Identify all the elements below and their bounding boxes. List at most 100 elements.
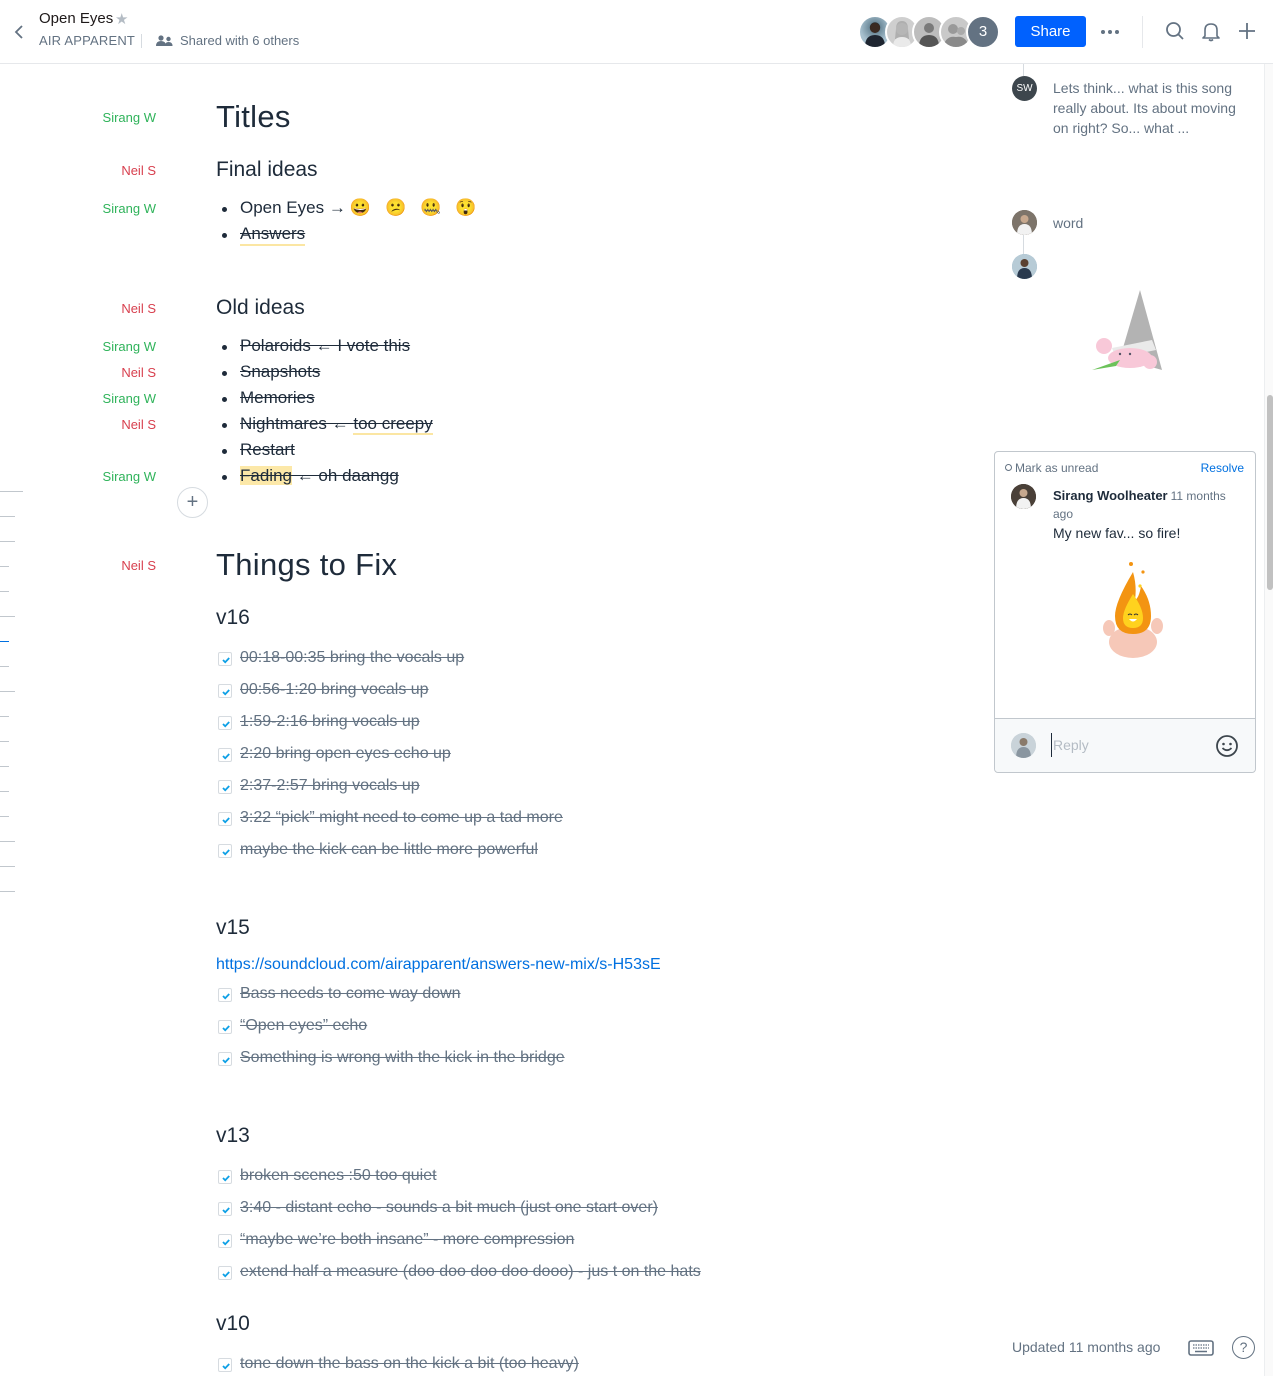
add-block-button[interactable]: + bbox=[177, 487, 208, 518]
shared-status[interactable]: Shared with 6 others bbox=[180, 33, 299, 48]
todo-checkbox[interactable] bbox=[218, 1234, 232, 1248]
todo-checkbox[interactable] bbox=[218, 1052, 232, 1066]
todo-text[interactable]: 2:20 bring open eyes echo up bbox=[240, 745, 451, 763]
heading-titles[interactable]: Titles bbox=[216, 99, 291, 135]
search-icon[interactable] bbox=[1164, 20, 1186, 42]
outline-marker[interactable] bbox=[0, 491, 23, 492]
todo-text[interactable]: broken scenes :50 too quiet bbox=[240, 1167, 437, 1185]
todo-text[interactable]: tone down the bass on the kick a bit (to… bbox=[240, 1355, 579, 1373]
comment-author[interactable]: Sirang Woolheater bbox=[1053, 488, 1168, 503]
comment-preview[interactable]: Lets think... what is this song really a… bbox=[1053, 78, 1243, 138]
author-attribution: Sirang W bbox=[102, 201, 156, 216]
todo-checkbox[interactable] bbox=[218, 652, 232, 666]
mark-unread-label: Mark as unread bbox=[1015, 461, 1099, 475]
more-collaborators-badge[interactable]: 3 bbox=[966, 15, 1000, 49]
outline-marker[interactable] bbox=[0, 616, 15, 617]
outline-marker[interactable] bbox=[0, 841, 15, 842]
bell-icon[interactable] bbox=[1200, 20, 1222, 42]
heading-final-ideas[interactable]: Final ideas bbox=[216, 158, 318, 182]
todo-text[interactable]: extend half a measure (doo doo doo doo d… bbox=[240, 1263, 701, 1281]
star-icon[interactable]: ★ bbox=[115, 10, 128, 28]
todo-text[interactable]: 00:18-00:35 bring the vocals up bbox=[240, 649, 464, 667]
todo-checkbox[interactable] bbox=[218, 684, 232, 698]
checkmark-icon bbox=[222, 657, 230, 664]
list-item-text: Polaroids ← I vote this bbox=[240, 336, 411, 355]
checkmark-icon bbox=[222, 1271, 230, 1278]
fire-sticker bbox=[1103, 562, 1163, 658]
thread-connector bbox=[1023, 64, 1024, 76]
list-item-text: ← oh daangg bbox=[291, 466, 399, 485]
scrollbar-track[interactable] bbox=[1264, 64, 1273, 1376]
back-button[interactable] bbox=[10, 22, 28, 42]
reply-area bbox=[995, 718, 1255, 772]
divider bbox=[141, 34, 142, 48]
more-options-button[interactable] bbox=[1098, 20, 1122, 44]
heading-things-to-fix[interactable]: Things to Fix bbox=[216, 547, 397, 583]
heading-v10[interactable]: v10 bbox=[216, 1312, 250, 1336]
resolve-button[interactable]: Resolve bbox=[1201, 461, 1244, 475]
outline-marker[interactable] bbox=[0, 516, 15, 517]
outline-marker[interactable] bbox=[0, 891, 15, 892]
checkmark-icon bbox=[222, 1025, 230, 1032]
doc-title[interactable]: Open Eyes bbox=[39, 10, 113, 27]
outline-marker-active[interactable] bbox=[0, 641, 9, 642]
todo-text[interactable]: “Open eyes” echo bbox=[240, 1017, 367, 1035]
outline-marker[interactable] bbox=[0, 691, 15, 692]
todo-text[interactable]: “maybe we’re both insane” - more compres… bbox=[240, 1231, 574, 1249]
todo-checkbox[interactable] bbox=[218, 1170, 232, 1184]
comment-preview[interactable]: word bbox=[1053, 213, 1083, 233]
share-button[interactable]: Share bbox=[1015, 16, 1086, 47]
outline-marker[interactable] bbox=[0, 541, 15, 542]
todo-checkbox[interactable] bbox=[218, 844, 232, 858]
outline-marker[interactable] bbox=[0, 591, 9, 592]
emoji-picker-icon[interactable] bbox=[1215, 734, 1239, 758]
highlighted-text[interactable]: Fading bbox=[240, 466, 292, 485]
comment-meta: Sirang Woolheater 11 months ago bbox=[1053, 487, 1249, 523]
help-button[interactable]: ? bbox=[1232, 1336, 1255, 1359]
todo-text[interactable]: 3:40 - distant echo - sounds a bit much … bbox=[240, 1199, 658, 1217]
outline-marker[interactable] bbox=[0, 716, 9, 717]
astonished-face-icon: 😲 bbox=[455, 198, 477, 217]
comment-card: Mark as unread Resolve Sirang Woolheater… bbox=[994, 451, 1256, 773]
outline-marker[interactable] bbox=[0, 566, 9, 567]
todo-text[interactable]: 00:56-1:20 bring vocals up bbox=[240, 681, 429, 699]
folder-name[interactable]: AIR APPARENT bbox=[39, 33, 135, 48]
heading-v13[interactable]: v13 bbox=[216, 1124, 250, 1148]
todo-checkbox[interactable] bbox=[218, 812, 232, 826]
todo-checkbox[interactable] bbox=[218, 780, 232, 794]
todo-checkbox[interactable] bbox=[218, 1020, 232, 1034]
todo-text[interactable]: maybe the kick can be little more powerf… bbox=[240, 841, 538, 859]
todo-text[interactable]: 1:59-2:16 bring vocals up bbox=[240, 713, 420, 731]
mark-unread-button[interactable]: Mark as unread bbox=[1005, 461, 1098, 475]
author-attribution: Neil S bbox=[121, 301, 156, 316]
todo-text[interactable]: Bass needs to come way down bbox=[240, 985, 461, 1003]
todo-checkbox[interactable] bbox=[218, 1266, 232, 1280]
outline-marker[interactable] bbox=[0, 816, 9, 817]
scrollbar-thumb[interactable] bbox=[1267, 395, 1273, 590]
todo-checkbox[interactable] bbox=[218, 748, 232, 762]
heading-v16[interactable]: v16 bbox=[216, 606, 250, 630]
reply-input[interactable] bbox=[1051, 733, 1201, 757]
soundcloud-link[interactable]: https://soundcloud.com/airapparent/answe… bbox=[216, 956, 661, 974]
outline-marker[interactable] bbox=[0, 741, 9, 742]
checkmark-icon bbox=[222, 1239, 230, 1246]
todo-checkbox[interactable] bbox=[218, 1358, 232, 1372]
heading-v15[interactable]: v15 bbox=[216, 916, 250, 940]
heading-old-ideas[interactable]: Old ideas bbox=[216, 296, 305, 320]
todo-text[interactable]: Something is wrong with the kick in the … bbox=[240, 1049, 565, 1067]
plus-icon[interactable] bbox=[1236, 20, 1258, 42]
commented-text[interactable]: too creepy bbox=[353, 414, 433, 435]
outline-marker[interactable] bbox=[0, 791, 9, 792]
todo-text[interactable]: 2:37-2:57 bring vocals up bbox=[240, 777, 420, 795]
todo-checkbox[interactable] bbox=[218, 988, 232, 1002]
avatar bbox=[1011, 484, 1036, 509]
author-attribution: Neil S bbox=[121, 163, 156, 178]
keyboard-shortcuts-icon[interactable] bbox=[1188, 1339, 1214, 1357]
outline-marker[interactable] bbox=[0, 866, 15, 867]
outline-marker[interactable] bbox=[0, 766, 9, 767]
todo-checkbox[interactable] bbox=[218, 716, 232, 730]
todo-text[interactable]: 3:22 “pick” might need to come up a tad … bbox=[240, 809, 563, 827]
list-item-text: Restart bbox=[240, 440, 295, 459]
outline-marker[interactable] bbox=[0, 666, 9, 667]
todo-checkbox[interactable] bbox=[218, 1202, 232, 1216]
